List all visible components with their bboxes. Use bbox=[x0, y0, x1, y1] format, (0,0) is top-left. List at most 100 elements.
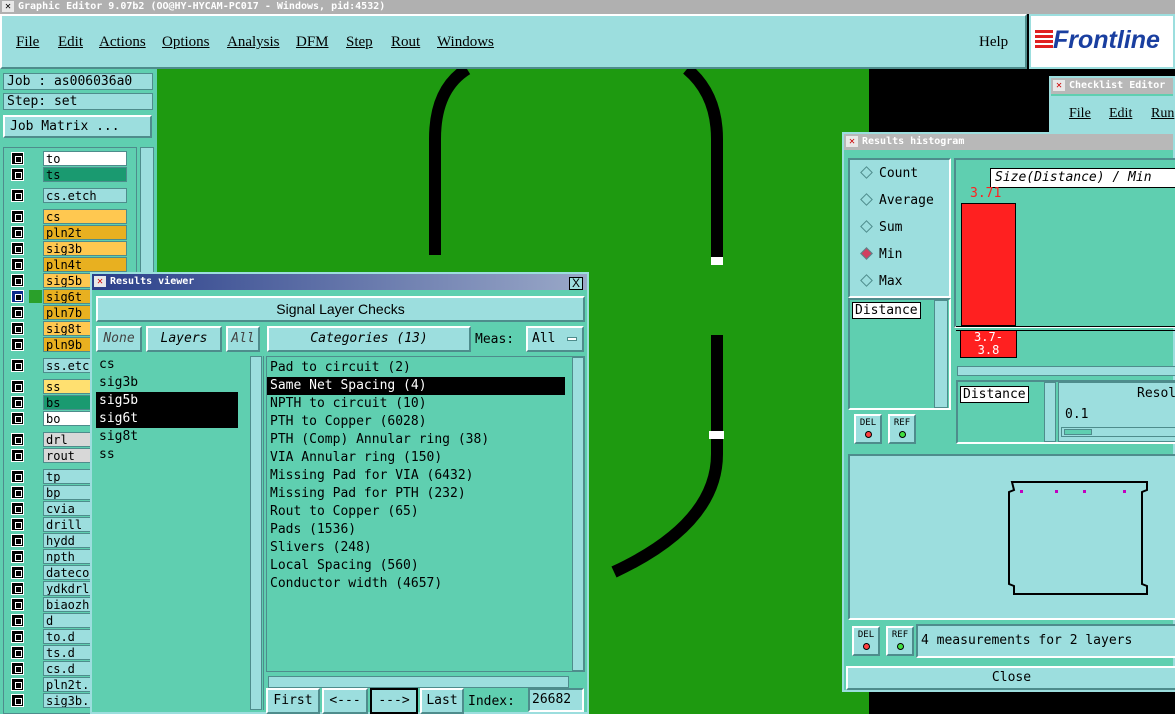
layer-checkbox[interactable] bbox=[11, 290, 24, 303]
checklist-title-bar[interactable]: ✕ Checklist Editor bbox=[1051, 78, 1173, 94]
last-button[interactable]: Last bbox=[420, 688, 464, 714]
distance-list-header[interactable]: Distance bbox=[852, 302, 921, 319]
resolution-slider[interactable] bbox=[1061, 427, 1175, 437]
layers-list-scrollbar[interactable] bbox=[250, 356, 262, 710]
menu-step[interactable]: Step bbox=[346, 34, 373, 51]
layer-checkbox[interactable] bbox=[11, 242, 24, 255]
layer-name[interactable]: sig3b bbox=[43, 241, 127, 256]
close-button[interactable]: Close bbox=[846, 666, 1175, 690]
results-viewer-title-bar[interactable]: ✕ Results viewer bbox=[92, 274, 587, 290]
layer-checkbox[interactable] bbox=[11, 534, 24, 547]
resolution-vscroll[interactable] bbox=[1044, 382, 1056, 442]
category-list-item[interactable]: Rout to Copper (65) bbox=[267, 503, 565, 521]
layer-list-scrollbar[interactable] bbox=[140, 147, 154, 277]
meas-dropdown[interactable]: All bbox=[526, 326, 584, 352]
layer-checkbox[interactable] bbox=[11, 210, 24, 223]
index-input[interactable]: 26682 bbox=[528, 688, 584, 712]
close-icon[interactable]: ✕ bbox=[1053, 80, 1065, 91]
board-preview[interactable] bbox=[848, 454, 1175, 620]
menu-windows[interactable]: Windows bbox=[437, 34, 494, 51]
checklist-menu-run[interactable]: Run bbox=[1151, 106, 1174, 122]
layer-checkbox[interactable] bbox=[11, 322, 24, 335]
layer-name[interactable]: cs bbox=[43, 209, 127, 224]
layer-checkbox[interactable] bbox=[11, 566, 24, 579]
menu-dfm[interactable]: DFM bbox=[296, 34, 329, 51]
menu-options[interactable]: Options bbox=[162, 34, 210, 51]
checklist-menu-file[interactable]: File bbox=[1069, 106, 1091, 122]
close-icon[interactable]: X bbox=[569, 277, 583, 290]
layer-checkbox[interactable] bbox=[11, 412, 24, 425]
layer-name[interactable]: to bbox=[43, 151, 127, 166]
layer-checkbox[interactable] bbox=[11, 433, 24, 446]
layer-checkbox[interactable] bbox=[11, 258, 24, 271]
layer-checkbox[interactable] bbox=[11, 662, 24, 675]
category-list-item[interactable]: VIA Annular ring (150) bbox=[267, 449, 565, 467]
layer-checkbox[interactable] bbox=[11, 380, 24, 393]
layer-checkbox[interactable] bbox=[11, 359, 24, 372]
histogram-title-bar[interactable]: ✕ Results histogram bbox=[844, 134, 1173, 150]
layer-checkbox[interactable] bbox=[11, 630, 24, 643]
category-list-item[interactable]: Slivers (248) bbox=[267, 539, 565, 557]
distance-list-scrollbar[interactable] bbox=[934, 300, 948, 408]
layer-list-item[interactable]: sig6t bbox=[96, 410, 238, 428]
job-matrix-button[interactable]: Job Matrix ... bbox=[3, 115, 152, 138]
categories-vscroll[interactable] bbox=[572, 357, 584, 671]
menu-rout[interactable]: Rout bbox=[391, 34, 420, 51]
prev-button[interactable]: <--- bbox=[322, 688, 368, 714]
radio-count[interactable]: Count bbox=[860, 166, 918, 181]
layer-name[interactable]: ts bbox=[43, 167, 127, 182]
layer-checkbox[interactable] bbox=[11, 598, 24, 611]
radio-min[interactable]: Min bbox=[860, 247, 902, 262]
radio-max[interactable]: Max bbox=[860, 274, 902, 289]
category-list-item[interactable]: Same Net Spacing (4) bbox=[267, 377, 565, 395]
categories-button[interactable]: Categories (13) bbox=[267, 326, 471, 352]
menu-help[interactable]: Help bbox=[979, 34, 1008, 51]
layer-checkbox[interactable] bbox=[11, 396, 24, 409]
radio-average[interactable]: Average bbox=[860, 193, 934, 208]
preview-del-button[interactable]: DEL bbox=[852, 626, 880, 656]
check-name-header[interactable]: Signal Layer Checks bbox=[96, 296, 585, 322]
layer-checkbox[interactable] bbox=[11, 189, 24, 202]
close-icon[interactable]: ✕ bbox=[2, 1, 14, 12]
layer-name[interactable]: pln4t bbox=[43, 257, 127, 272]
layer-list-item[interactable]: sig3b bbox=[96, 374, 238, 392]
layer-checkbox[interactable] bbox=[11, 678, 24, 691]
checklist-menu-edit[interactable]: Edit bbox=[1109, 106, 1132, 122]
categories-hscroll[interactable] bbox=[268, 676, 569, 688]
next-button[interactable]: ---> bbox=[370, 688, 418, 714]
layer-checkbox[interactable] bbox=[11, 646, 24, 659]
layers-button[interactable]: Layers bbox=[146, 326, 222, 352]
menu-edit[interactable]: Edit bbox=[58, 34, 83, 51]
layer-list-item[interactable]: sig8t bbox=[96, 428, 238, 446]
window-menu-icon[interactable]: ✕ bbox=[94, 276, 106, 287]
histogram-bar[interactable] bbox=[961, 203, 1016, 326]
layer-checkbox[interactable] bbox=[11, 614, 24, 627]
layer-checkbox[interactable] bbox=[11, 582, 24, 595]
layer-checkbox[interactable] bbox=[11, 274, 24, 287]
category-list-item[interactable]: Missing Pad for PTH (232) bbox=[267, 485, 565, 503]
none-button[interactable]: None bbox=[96, 326, 142, 352]
category-list-item[interactable]: PTH (Comp) Annular ring (38) bbox=[267, 431, 565, 449]
layer-checkbox[interactable] bbox=[11, 338, 24, 351]
histogram-hscroll[interactable] bbox=[957, 366, 1175, 376]
layer-list-item[interactable]: cs bbox=[96, 356, 238, 374]
category-list-item[interactable]: PTH to Copper (6028) bbox=[267, 413, 565, 431]
layer-list-item[interactable]: sig5b bbox=[96, 392, 238, 410]
layer-checkbox[interactable] bbox=[11, 449, 24, 462]
close-icon[interactable]: ✕ bbox=[846, 136, 858, 147]
layer-checkbox[interactable] bbox=[11, 226, 24, 239]
preview-ref-button[interactable]: REF bbox=[886, 626, 914, 656]
layer-name[interactable]: cs.etch bbox=[43, 188, 127, 203]
category-list-item[interactable]: Missing Pad for VIA (6432) bbox=[267, 467, 565, 485]
radio-sum[interactable]: Sum bbox=[860, 220, 902, 235]
layer-checkbox[interactable] bbox=[11, 694, 24, 707]
layer-list-item[interactable]: ss bbox=[96, 446, 238, 464]
ref-button[interactable]: REF bbox=[888, 414, 916, 444]
menu-actions[interactable]: Actions bbox=[99, 34, 146, 51]
layer-checkbox[interactable] bbox=[11, 502, 24, 515]
layer-checkbox[interactable] bbox=[11, 470, 24, 483]
layer-checkbox[interactable] bbox=[11, 486, 24, 499]
layer-checkbox[interactable] bbox=[11, 306, 24, 319]
menu-analysis[interactable]: Analysis bbox=[227, 34, 280, 51]
category-list-item[interactable]: Pads (1536) bbox=[267, 521, 565, 539]
